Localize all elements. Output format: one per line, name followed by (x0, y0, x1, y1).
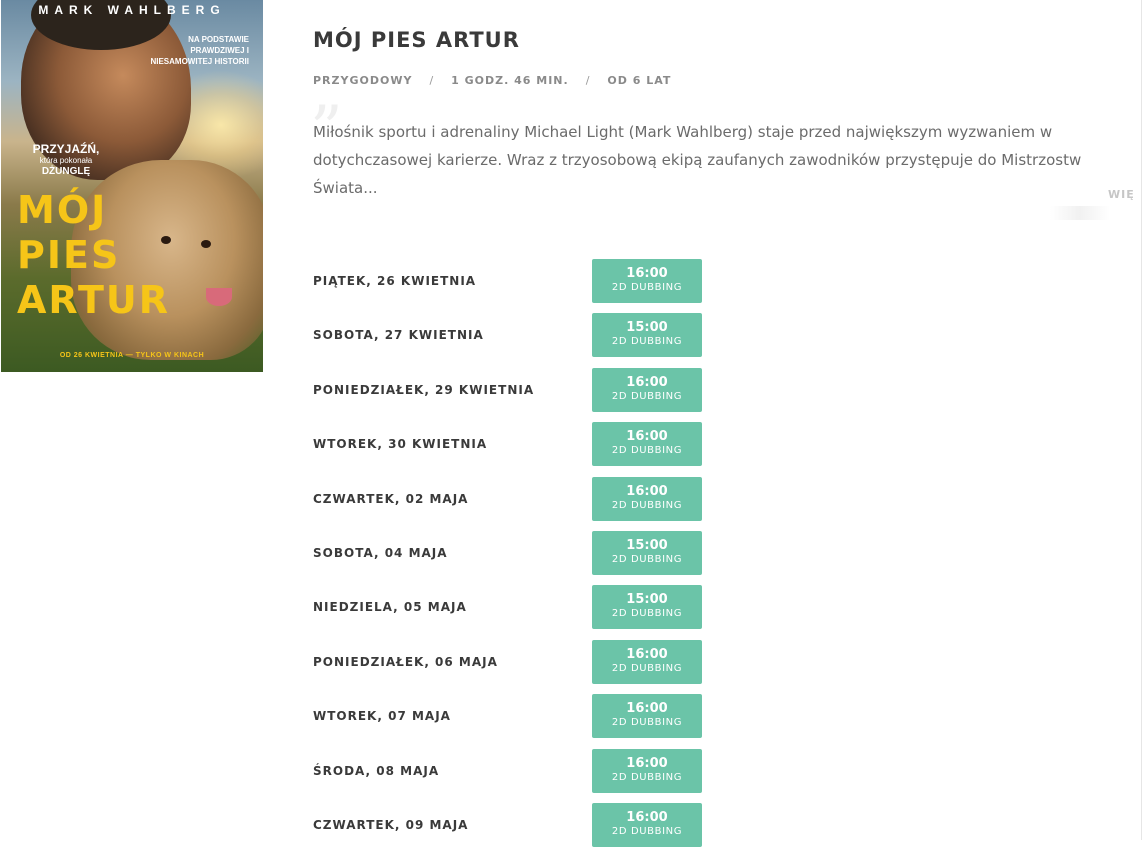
showtime-row: SOBOTA, 04 MAJA 15:00 2D DUBBING (313, 531, 733, 577)
showtime-button[interactable]: 16:00 2D DUBBING (592, 477, 702, 521)
showtime-button[interactable]: 16:00 2D DUBBING (592, 640, 702, 684)
showtime-format: 2D DUBBING (611, 282, 683, 293)
showtime-time: 16:00 (626, 756, 668, 771)
showtime-day: PONIEDZIAŁEK, 06 MAJA (313, 655, 498, 669)
movie-poster[interactable]: MARK WAHLBERG NA PODSTAWIE PRAWDZIWEJ I … (1, 0, 263, 372)
showtime-format: 2D DUBBING (611, 336, 683, 347)
poster-friend-line3: DŻUNGLĘ (41, 166, 91, 177)
showtime-format: 2D DUBBING (611, 717, 683, 728)
showtime-row: CZWARTEK, 09 MAJA 16:00 2D DUBBING (313, 803, 733, 849)
poster-title-line: PIES (17, 233, 121, 277)
showtime-format: 2D DUBBING (611, 608, 683, 619)
movie-age-rating: OD 6 LAT (607, 74, 672, 87)
showtime-button[interactable]: 15:00 2D DUBBING (592, 531, 702, 575)
showtime-day: ŚRODA, 08 MAJA (313, 764, 440, 778)
poster-friend-line1: PRZYJAŹŃ, (32, 142, 100, 156)
showtime-row: PONIEDZIAŁEK, 29 KWIETNIA 16:00 2D DUBBING (313, 368, 733, 414)
showtime-button[interactable]: 16:00 2D DUBBING (592, 422, 702, 466)
showtime-format: 2D DUBBING (611, 445, 683, 456)
showtime-day: PONIEDZIAŁEK, 29 KWIETNIA (313, 383, 535, 397)
read-more-link[interactable]: WIĘ (1108, 188, 1135, 201)
showtime-time: 15:00 (626, 320, 668, 335)
read-more-fade (1050, 206, 1110, 220)
poster-tagline: NA PODSTAWIE PRAWDZIWEJ I NIESAMOWITEJ H… (150, 35, 249, 66)
showtime-row: NIEDZIELA, 05 MAJA 15:00 2D DUBBING (313, 585, 733, 631)
showtime-day: SOBOTA, 04 MAJA (313, 546, 448, 560)
showtime-time: 16:00 (626, 701, 668, 716)
meta-separator: / (585, 74, 591, 87)
showtime-time: 16:00 (626, 429, 668, 444)
showtime-row: PIĄTEK, 26 KWIETNIA 16:00 2D DUBBING (313, 259, 733, 305)
showtime-time: 16:00 (626, 484, 668, 499)
showtime-row: PONIEDZIAŁEK, 06 MAJA 16:00 2D DUBBING (313, 640, 733, 686)
showtime-day: CZWARTEK, 09 MAJA (313, 818, 469, 832)
showtime-button[interactable]: 16:00 2D DUBBING (592, 694, 702, 738)
showtime-button[interactable]: 16:00 2D DUBBING (592, 803, 702, 847)
poster-release-line: OD 26 KWIETNIA — TYLKO W KINACH (59, 352, 205, 359)
showtime-day: CZWARTEK, 02 MAJA (313, 492, 469, 506)
movie-description: Miłośnik sportu i adrenaliny Michael Lig… (313, 123, 1082, 197)
page-frame: MARK WAHLBERG NA PODSTAWIE PRAWDZIWEJ I … (0, 0, 1142, 847)
showtime-button[interactable]: 16:00 2D DUBBING (592, 749, 702, 793)
movie-genre: PRZYGODOWY (313, 74, 413, 87)
showtime-button[interactable]: 16:00 2D DUBBING (592, 368, 702, 412)
showtime-button[interactable]: 15:00 2D DUBBING (592, 585, 702, 629)
poster-dog-eye (201, 240, 211, 248)
showtime-row: ŚRODA, 08 MAJA 16:00 2D DUBBING (313, 749, 733, 795)
showtime-format: 2D DUBBING (611, 554, 683, 565)
showtime-day: PIĄTEK, 26 KWIETNIA (313, 274, 477, 288)
showtime-format: 2D DUBBING (611, 500, 683, 511)
showtime-row: WTOREK, 07 MAJA 16:00 2D DUBBING (313, 694, 733, 740)
showtime-time: 15:00 (626, 592, 668, 607)
showtime-button[interactable]: 16:00 2D DUBBING (592, 259, 702, 303)
poster-title: MÓJ PIES ARTUR (17, 188, 187, 323)
movie-title: MÓJ PIES ARTUR (313, 28, 520, 52)
showtime-time: 16:00 (626, 810, 668, 825)
showtime-time: 16:00 (626, 375, 668, 390)
showtime-day: NIEDZIELA, 05 MAJA (313, 600, 467, 614)
showtime-day: WTOREK, 30 KWIETNIA (313, 437, 488, 451)
movie-meta: PRZYGODOWY / 1 GODZ. 46 MIN. / OD 6 LAT (313, 74, 671, 87)
showtime-time: 16:00 (626, 266, 668, 281)
showtime-button[interactable]: 15:00 2D DUBBING (592, 313, 702, 357)
showtime-day: WTOREK, 07 MAJA (313, 709, 451, 723)
showtime-row: SOBOTA, 27 KWIETNIA 15:00 2D DUBBING (313, 313, 733, 359)
showtime-time: 16:00 (626, 647, 668, 662)
showtime-row: CZWARTEK, 02 MAJA 16:00 2D DUBBING (313, 477, 733, 523)
showtime-format: 2D DUBBING (611, 826, 683, 837)
showtime-format: 2D DUBBING (611, 391, 683, 402)
showtime-time: 15:00 (626, 538, 668, 553)
poster-dog-tongue (206, 288, 232, 306)
showtime-format: 2D DUBBING (611, 663, 683, 674)
meta-separator: / (429, 74, 435, 87)
showtime-row: WTOREK, 30 KWIETNIA 16:00 2D DUBBING (313, 422, 733, 468)
poster-title-line: ARTUR (17, 278, 171, 322)
poster-friend-line2: która pokonała (39, 156, 93, 165)
movie-duration: 1 GODZ. 46 MIN. (451, 74, 569, 87)
poster-actor-name: MARK WAHLBERG (38, 3, 226, 17)
showtime-day: SOBOTA, 27 KWIETNIA (313, 328, 484, 342)
showtime-format: 2D DUBBING (611, 772, 683, 783)
poster-friendship-text: PRZYJAŹŃ, która pokonała DŻUNGLĘ (11, 142, 121, 177)
poster-title-line: MÓJ (17, 188, 108, 232)
